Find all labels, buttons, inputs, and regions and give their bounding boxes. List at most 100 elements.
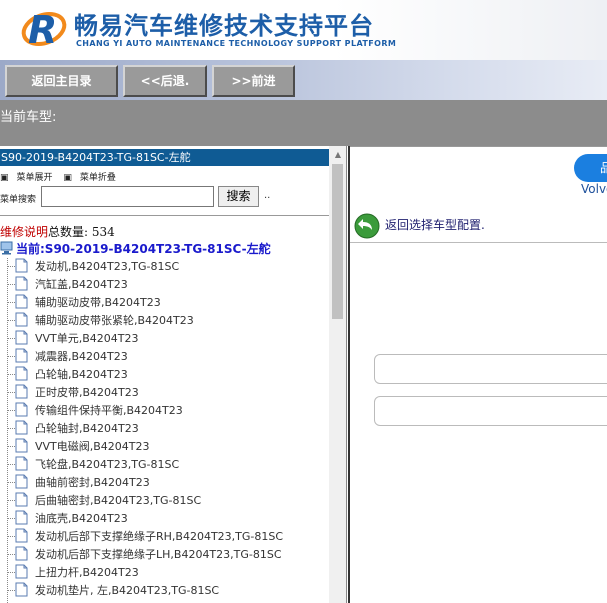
tree-branch (8, 428, 15, 429)
search-button[interactable]: 搜索 (218, 186, 259, 207)
tree-branch (8, 338, 15, 339)
tree-item-label: VVT单元,B4204T23 (35, 332, 139, 345)
scrollbar[interactable]: ▲ (329, 146, 346, 603)
scroll-thumb[interactable] (332, 164, 343, 319)
tree-item-label: 发动机垫片, 左,B4204T23,TG-81SC (35, 584, 220, 597)
content-top-line (350, 146, 607, 147)
tree-item[interactable]: 发动机后部下支撑绝缘子RH,B4204T23,TG-81SC (0, 527, 329, 545)
menu-expand-link[interactable]: 菜单展开 (17, 173, 53, 183)
tree-item-label: 凸轮轴封,B4204T23 (35, 422, 139, 435)
content-field[interactable] (374, 354, 607, 384)
tree-item[interactable]: 减震器,B4204T23 (0, 347, 329, 365)
tree-item[interactable]: VVT单元,B4204T23 (0, 329, 329, 347)
tree-branch (8, 446, 15, 447)
document-icon (15, 276, 28, 291)
tree-branch (8, 590, 15, 591)
tree-item[interactable]: 发动机垫片, 左,B4204T23,TG-81SC (0, 581, 329, 599)
tree-branch (8, 464, 15, 465)
menu-tree: 发动机,B4204T23,TG-81SC 汽缸盖,B4204T23 辅助驱动皮带,B… (0, 257, 329, 599)
tree-branch (8, 356, 15, 357)
tree-item[interactable]: 汽缸盖,B4204T23 (0, 275, 329, 293)
tree-item[interactable]: 后曲轴密封,B4204T23,TG-81SC (0, 491, 329, 509)
count-label: 总数量: (48, 225, 89, 239)
document-icon (15, 456, 28, 471)
content-field[interactable] (374, 396, 607, 426)
tree-item[interactable]: 正时皮带,B4204T23 (0, 383, 329, 401)
tree-item[interactable]: 辅助驱动皮带张紧轮,B4204T23 (0, 311, 329, 329)
logo-icon: R (21, 8, 67, 51)
search-label: 菜单搜索 (0, 195, 37, 205)
tree-item[interactable]: 凸轮轴,B4204T23 (0, 365, 329, 383)
tree-item-label: 辅助驱动皮带,B4204T23 (35, 296, 161, 309)
search-input[interactable] (41, 186, 214, 207)
menu-controls: ▣ 菜单展开 ▣ 菜单折叠 (0, 170, 124, 183)
tree-item-label: 正时皮带,B4204T23 (35, 386, 139, 399)
count-prefix: 维修说明 (0, 225, 49, 239)
tree-item[interactable]: 传输组件保持平衡,B4204T23 (0, 401, 329, 419)
search-row: 菜单搜索 搜索 .. (0, 186, 329, 210)
expand-icon[interactable]: ▣ (0, 173, 9, 183)
tree-branch (8, 572, 15, 573)
menu-title: S90-2019-B4204T23-TG-81SC-左舵 (0, 149, 329, 166)
brand-label: Volvo (581, 182, 607, 196)
forward-button[interactable]: >>前进 (212, 65, 295, 97)
collapse-icon[interactable]: ▣ (63, 173, 72, 183)
tree-branch (8, 302, 15, 303)
document-icon (15, 564, 28, 579)
tree-item[interactable]: 发动机后部下支撑绝缘子LH,B4204T23,TG-81SC (0, 545, 329, 563)
document-icon (15, 402, 28, 417)
tree-item[interactable]: 飞轮盘,B4204T23,TG-81SC (0, 455, 329, 473)
document-icon (15, 420, 28, 435)
current-model-bar: 当前车型: (0, 100, 607, 146)
tree-branch (8, 410, 15, 411)
back-button[interactable]: <<后退. (123, 65, 207, 97)
document-icon (15, 366, 28, 381)
platform-subtitle: CHANG YI AUTO MAINTENANCE TECHNOLOGY SUP… (76, 39, 397, 48)
menu-collapse-link[interactable]: 菜单折叠 (80, 173, 116, 183)
home-button[interactable]: 返回主目录 (5, 65, 118, 97)
back-arrow-icon[interactable] (354, 213, 380, 239)
tree-branch (8, 482, 15, 483)
tree-item-label: 凸轮轴,B4204T23 (35, 368, 128, 381)
tree-branch (8, 500, 15, 501)
divider (0, 215, 329, 216)
tree-item[interactable]: 发动机,B4204T23,TG-81SC (0, 257, 329, 275)
tree-item-label: 汽缸盖,B4204T23 (35, 278, 128, 291)
menu-panel: S90-2019-B4204T23-TG-81SC-左舵 ▣ 菜单展开 ▣ 菜单折叠… (0, 146, 347, 603)
brand-pill-button[interactable]: 品 (574, 154, 607, 182)
tree-item-label: 油底壳,B4204T23 (35, 512, 128, 525)
document-icon (15, 258, 28, 273)
tree-item-label: 后曲轴密封,B4204T23,TG-81SC (35, 494, 202, 507)
tree-branch (8, 392, 15, 393)
tree-branch (8, 266, 15, 267)
current-node-label: 当前:S90-2019-B4204T23-TG-81SC-左舵 (16, 242, 271, 256)
document-icon (15, 474, 28, 489)
tree-item-label: 传输组件保持平衡,B4204T23 (35, 404, 183, 417)
tree-item-label: 辅助驱动皮带张紧轮,B4204T23 (35, 314, 194, 327)
header: R 畅易汽车维修技术支持平台 CHANG YI AUTO MAINTENANCE… (0, 0, 607, 60)
tree-item-label: 发动机,B4204T23,TG-81SC (35, 260, 180, 273)
back-to-config-link[interactable]: 返回选择车型配置. (385, 216, 485, 233)
tree-item-label: 发动机后部下支撑绝缘子LH,B4204T23,TG-81SC (35, 548, 282, 561)
tree-item[interactable]: 上扭力杆,B4204T23 (0, 563, 329, 581)
document-icon (15, 582, 28, 597)
document-icon (15, 546, 28, 561)
tree-branch (8, 554, 15, 555)
document-icon (15, 510, 28, 525)
tree-item[interactable]: 辅助驱动皮带,B4204T23 (0, 293, 329, 311)
tree-item-label: 飞轮盘,B4204T23,TG-81SC (35, 458, 180, 471)
content-panel: 品 Volvo 返回选择车型配置. (348, 146, 607, 603)
tree-branch (8, 518, 15, 519)
tree-branch (8, 320, 15, 321)
current-model-label: 当前车型: (0, 110, 57, 125)
scroll-up-icon[interactable]: ▲ (329, 148, 346, 162)
content-separator (350, 242, 607, 243)
tree-item[interactable]: 油底壳,B4204T23 (0, 509, 329, 527)
document-icon (15, 438, 28, 453)
computer-icon (0, 241, 13, 255)
tree-item[interactable]: 曲轴前密封,B4204T23 (0, 473, 329, 491)
count-value: 534 (91, 225, 115, 239)
toolbar: 返回主目录 <<后退. >>前进 (0, 60, 607, 100)
tree-item[interactable]: 凸轮轴封,B4204T23 (0, 419, 329, 437)
tree-item[interactable]: VVT电磁阀,B4204T23 (0, 437, 329, 455)
